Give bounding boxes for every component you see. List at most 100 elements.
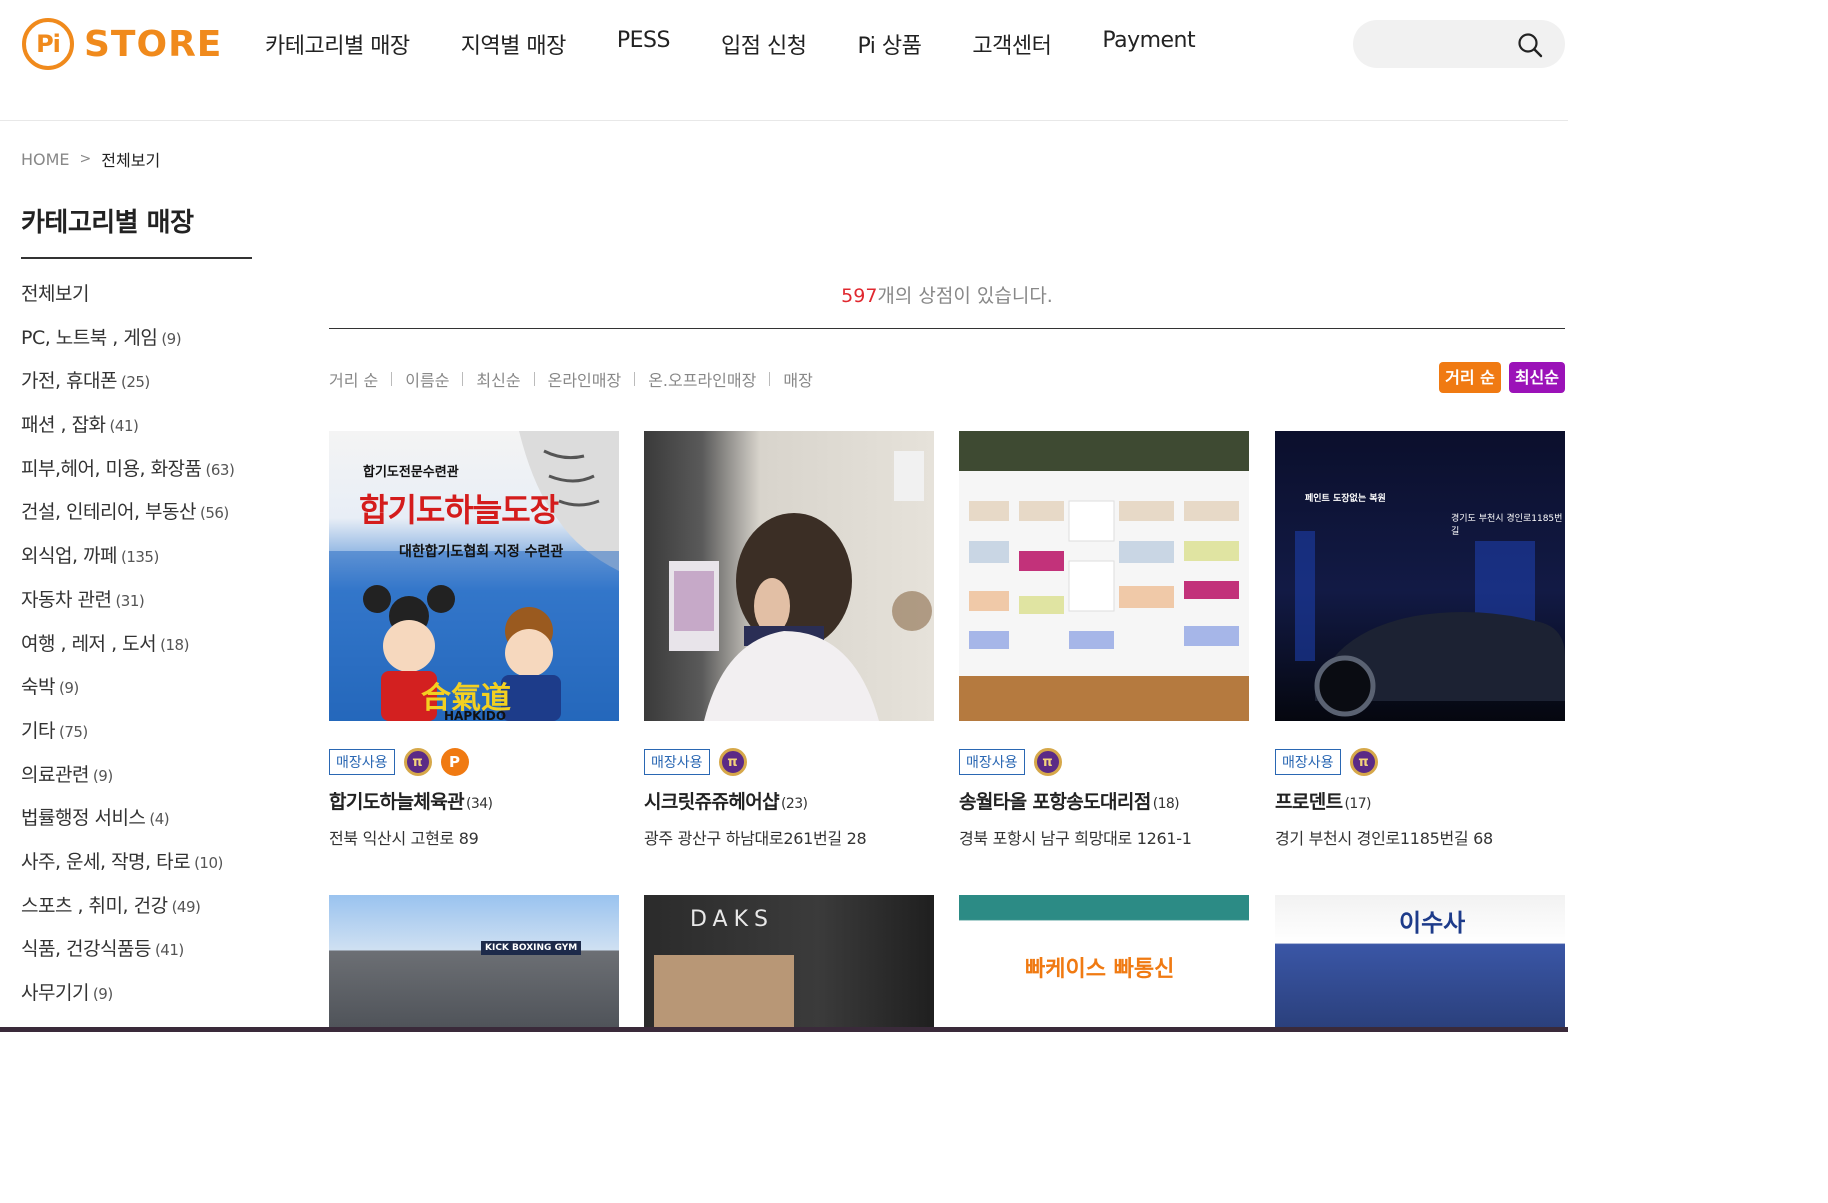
sidebar-item-count: (10)	[194, 853, 223, 872]
sidebar-item-fortune[interactable]: 사주, 운세, 작명, 타로 (10)	[21, 847, 252, 891]
nav-store-apply[interactable]: 입점 신청	[721, 28, 807, 60]
store-address: 광주 광산구 하남대로261번길 28	[644, 829, 867, 848]
store-card[interactable]: 합기도전문수련관 합기도하늘도장 대한합기도협회 지정 수련관 合氣道 HAPK…	[329, 431, 619, 849]
nav-region-stores[interactable]: 지역별 매장	[461, 28, 567, 60]
store-card[interactable]: 빠케이스 빠통신	[959, 895, 1249, 1032]
store-use-badge: 매장사용	[1275, 749, 1341, 775]
sidebar-item-automotive[interactable]: 자동차 관련 (31)	[21, 585, 252, 629]
sidebar-item-food-cafe[interactable]: 외식업, 까페 (135)	[21, 541, 252, 585]
car-image-top-text: 페인트 도장없는 복원	[1305, 494, 1386, 504]
sidebar-item-food[interactable]: 식품, 건강식품등 (41)	[21, 934, 252, 978]
sidebar-item-count: (56)	[199, 504, 229, 523]
store-name[interactable]: 합기도하늘체육관 (34)	[329, 787, 619, 814]
store-badges: 매장사용 π	[644, 747, 934, 777]
store-card[interactable]: 매장사용 π 시크릿쥬쥬헤어샵 (23) 광주 광산구 하남대로261번길 28	[644, 431, 934, 849]
sidebar-item-all[interactable]: 전체보기	[21, 279, 252, 323]
sidebar-item-label: 사주, 운세, 작명, 타로	[21, 850, 191, 873]
store-review-count: (17)	[1344, 796, 1372, 812]
divider	[329, 328, 1565, 329]
store-address: 경기 부천시 경인로1185번길 68	[1275, 829, 1493, 848]
sidebar-item-legal[interactable]: 법률행정 서비스 (4)	[21, 803, 252, 847]
nav-pi-products[interactable]: Pi 상품	[857, 28, 921, 60]
breadcrumb: HOME > 전체보기	[21, 147, 160, 171]
sidebar-title: 카테고리별 매장	[21, 202, 252, 259]
sort-distance-button[interactable]: 거리 순	[1439, 362, 1501, 393]
store-card[interactable]: KICK BOXING GYM	[329, 895, 619, 1032]
store-total-count: 597	[841, 285, 878, 307]
sidebar-item-medical[interactable]: 의료관련 (9)	[21, 760, 252, 804]
store-name[interactable]: 송월타올 포항송도대리점 (18)	[959, 787, 1249, 814]
pi-coin-icon: π	[1033, 748, 1062, 776]
sidebar-item-label: 패션 , 잡화	[21, 414, 106, 437]
sidebar-item-label: 스포츠 , 취미, 건강	[21, 894, 168, 917]
sort-newest-button[interactable]: 최신순	[1508, 362, 1565, 393]
filter-online-offline[interactable]: 온.오프라인매장	[648, 367, 756, 391]
nav-pess[interactable]: PESS	[617, 28, 671, 60]
store-card[interactable]: 매장사용 π 송월타올 포항송도대리점 (18) 경북 포항시 남구 희망대로 1…	[959, 431, 1249, 849]
sort-distance[interactable]: 거리 순	[329, 367, 378, 391]
sidebar-item-label: 숙박	[21, 676, 55, 699]
sidebar-item-office[interactable]: 사무기기 (9)	[21, 978, 252, 1022]
sidebar-item-electronics[interactable]: 가전, 휴대폰 (25)	[21, 366, 252, 410]
sidebar-item-fashion[interactable]: 패션 , 잡화 (41)	[21, 410, 252, 454]
store-badges: 매장사용 π	[959, 747, 1249, 777]
divider	[769, 372, 771, 386]
sidebar-item-count: (75)	[58, 722, 88, 741]
store-card[interactable]: 이수사	[1275, 895, 1565, 1032]
store-badges: 매장사용 π P	[329, 747, 619, 777]
pi-coin-icon: π	[1349, 748, 1378, 776]
bottom-bar	[0, 1027, 1568, 1032]
poster-title-text: 합기도하늘도장	[359, 491, 559, 529]
store-total-suffix: 개의 상점이 있습니다.	[877, 285, 1053, 307]
sidebar-item-count: (63)	[205, 460, 235, 479]
store-card[interactable]: 페인트 도장없는 복원 경기도 부천시 경인로1185번길 매장사용 π 프로덴…	[1275, 431, 1565, 849]
sidebar-item-pc[interactable]: PC, 노트북 , 게임 (9)	[21, 323, 252, 367]
filter-online[interactable]: 온라인매장	[548, 367, 622, 391]
sushi-sign-text: 이수사	[1399, 909, 1466, 937]
store-card[interactable]: DAKS	[644, 895, 934, 1032]
sidebar-item-count: (49)	[171, 897, 201, 916]
store-thumbnail[interactable]: KICK BOXING GYM	[329, 895, 619, 1032]
store-thumbnail[interactable]: 합기도전문수련관 합기도하늘도장 대한합기도협회 지정 수련관 合氣道 HAPK…	[329, 431, 619, 721]
filter-offline[interactable]: 매장	[783, 367, 812, 391]
sidebar-item-label: 여행 , 레저 , 도서	[21, 632, 157, 655]
sidebar-item-other[interactable]: 기타 (75)	[21, 716, 252, 760]
sidebar-item-sports[interactable]: 스포츠 , 취미, 건강 (49)	[21, 891, 252, 935]
store-name[interactable]: 시크릿쥬쥬헤어샵 (23)	[644, 787, 934, 814]
store-review-count: (34)	[466, 796, 493, 812]
main-nav: 카테고리별 매장 지역별 매장 PESS 입점 신청 Pi 상품 고객센터 Pa…	[265, 28, 1196, 60]
sidebar-item-travel[interactable]: 여행 , 레저 , 도서 (18)	[21, 629, 252, 673]
sidebar-item-label: 건설, 인테리어, 부동산	[21, 501, 196, 524]
divider	[462, 372, 464, 386]
nav-payment[interactable]: Payment	[1102, 28, 1195, 60]
breadcrumb-home[interactable]: HOME	[21, 150, 70, 169]
sidebar-item-label: 전체보기	[21, 283, 89, 305]
sort-newest[interactable]: 최신순	[476, 367, 520, 391]
sidebar-item-construction[interactable]: 건설, 인테리어, 부동산 (56)	[21, 497, 252, 541]
search-icon[interactable]	[1517, 32, 1543, 58]
search-input[interactable]	[1353, 20, 1565, 68]
nav-customer-center[interactable]: 고객센터	[972, 28, 1051, 60]
store-thumbnail[interactable]: 빠케이스 빠통신	[959, 895, 1249, 1032]
pi-coin-icon: π	[403, 748, 432, 776]
store-thumbnail[interactable]: DAKS	[644, 895, 934, 1032]
store-thumbnail[interactable]: 페인트 도장없는 복원 경기도 부천시 경인로1185번길	[1275, 431, 1565, 721]
sidebar-item-count: (9)	[58, 679, 79, 698]
store-thumbnail[interactable]: 이수사	[1275, 895, 1565, 1032]
sidebar-item-lodging[interactable]: 숙박 (9)	[21, 672, 252, 716]
site-logo[interactable]: Pi STORE	[22, 18, 222, 70]
nav-category-stores[interactable]: 카테고리별 매장	[265, 28, 410, 60]
site-header: Pi STORE 카테고리별 매장 지역별 매장 PESS 입점 신청 Pi 상…	[0, 0, 1568, 121]
sidebar-item-label: 자동차 관련	[21, 588, 112, 611]
sidebar-item-label: 피부,헤어, 미용, 화장품	[21, 457, 202, 480]
sidebar-item-count: (9)	[92, 766, 113, 785]
store-thumbnail[interactable]	[959, 431, 1249, 721]
divider	[533, 372, 535, 386]
sidebar-item-count: (4)	[149, 810, 170, 829]
store-thumbnail[interactable]	[644, 431, 934, 721]
store-review-count: (18)	[1152, 796, 1180, 812]
sidebar-item-label: 가전, 휴대폰	[21, 370, 117, 393]
sidebar-item-beauty[interactable]: 피부,헤어, 미용, 화장품 (63)	[21, 454, 252, 498]
store-name[interactable]: 프로덴트 (17)	[1275, 787, 1565, 814]
sort-name[interactable]: 이름순	[405, 367, 449, 391]
